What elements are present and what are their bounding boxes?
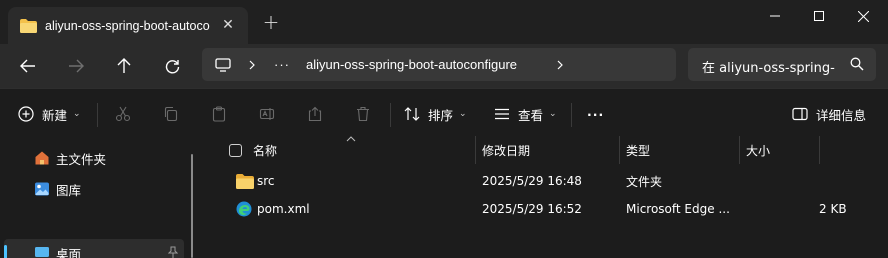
column-header-size[interactable]: 大小 — [746, 136, 770, 164]
search-icon[interactable] — [850, 57, 864, 74]
file-date: 2025/5/29 16:48 — [482, 174, 582, 188]
navigation-bar: ··· aliyun-oss-spring-boot-autoconfigure… — [0, 44, 888, 88]
list-item[interactable]: src 2025/5/29 16:48 文件夹 — [234, 167, 888, 195]
desktop-icon — [35, 247, 49, 257]
breadcrumb-item-current[interactable]: aliyun-oss-spring-boot-autoconfigure — [306, 48, 517, 81]
file-name: pom.xml — [257, 202, 310, 216]
forward-button[interactable] — [62, 53, 90, 79]
chevron-down-icon: ⌄ — [73, 109, 81, 119]
back-button[interactable] — [14, 53, 42, 79]
sort-button-label: 排序 — [428, 107, 454, 123]
sidebar-selection-highlight — [4, 239, 184, 258]
tab-title: aliyun-oss-spring-boot-autoconfigure — [45, 18, 210, 33]
column-header-name[interactable]: 名称 — [253, 136, 277, 164]
chevron-right-icon[interactable] — [556, 48, 564, 81]
sort-ascending-icon — [346, 131, 356, 145]
maximize-icon — [814, 11, 824, 21]
list-item[interactable]: pom.xml 2025/5/29 16:52 Microsoft Edge .… — [234, 195, 888, 223]
home-icon — [35, 151, 49, 165]
selection-indicator — [4, 245, 7, 258]
cut-icon[interactable] — [112, 103, 134, 125]
folder-icon — [236, 167, 254, 195]
file-type: 文件夹 — [626, 174, 663, 189]
file-list: 名称 修改日期 类型 大小 src 2025/5/29 16:48 文件夹 po… — [200, 136, 888, 258]
details-pane-label: 详细信息 — [816, 107, 867, 123]
plus-circle-icon — [18, 106, 34, 122]
breadcrumb-overflow[interactable]: ··· — [274, 48, 290, 81]
monitor-icon[interactable] — [215, 48, 231, 81]
sidebar-item-gallery[interactable]: 图库 — [34, 178, 81, 200]
file-name: src — [257, 174, 275, 188]
details-pane-button[interactable]: 详细信息 — [792, 101, 866, 127]
arrow-up-icon — [117, 58, 131, 73]
command-bar: 新建 ⌄ 排序 ⌄ 查看 ⌄ ··· 详细信息 — [0, 88, 888, 136]
arrow-right-icon — [69, 59, 84, 73]
view-list-icon — [495, 108, 509, 120]
gallery-icon — [35, 182, 49, 196]
file-size: 2 KB — [819, 202, 847, 216]
sidebar-scrollbar[interactable] — [191, 154, 193, 258]
paste-icon[interactable] — [208, 103, 230, 125]
chevron-down-icon: ⌄ — [549, 109, 557, 119]
sidebar-item-home[interactable]: 主文件夹 — [34, 147, 106, 169]
search-box[interactable]: 在 aliyun-oss-spring- — [688, 48, 876, 81]
column-divider[interactable] — [739, 136, 740, 164]
new-button[interactable]: 新建 ⌄ — [18, 101, 81, 127]
column-divider[interactable] — [619, 136, 620, 164]
tab-active[interactable]: aliyun-oss-spring-boot-autoconfigure ✕ — [8, 7, 248, 44]
file-type: Microsoft Edge ... — [626, 202, 730, 216]
new-button-label: 新建 — [42, 107, 68, 123]
up-button[interactable] — [110, 53, 138, 79]
minimize-button[interactable] — [752, 0, 798, 32]
sort-button[interactable]: 排序 ⌄ — [404, 101, 467, 127]
copy-icon[interactable] — [160, 103, 182, 125]
folder-icon — [20, 18, 37, 33]
divider — [97, 103, 98, 127]
share-icon[interactable] — [304, 103, 326, 125]
sidebar-item-label: 图库 — [56, 182, 82, 198]
chevron-right-icon[interactable] — [248, 48, 256, 81]
close-window-button[interactable] — [840, 0, 886, 32]
column-divider[interactable] — [475, 136, 476, 164]
close-tab-icon[interactable]: ✕ — [220, 17, 236, 33]
details-pane-icon — [792, 107, 808, 121]
view-button-label: 查看 — [518, 107, 544, 123]
title-bar: aliyun-oss-spring-boot-autoconfigure ✕ + — [0, 0, 888, 44]
sidebar-item-desktop[interactable]: 桌面 — [34, 242, 81, 258]
navigation-pane: 主文件夹 图库 桌面 — [0, 136, 196, 258]
sort-icon — [404, 107, 420, 121]
new-tab-button[interactable]: + — [262, 12, 280, 32]
file-date: 2025/5/29 16:52 — [482, 202, 582, 216]
rename-icon[interactable] — [256, 103, 278, 125]
view-button[interactable]: 查看 ⌄ — [494, 101, 557, 127]
edge-icon — [236, 195, 252, 223]
column-divider[interactable] — [819, 136, 820, 164]
refresh-button[interactable] — [158, 53, 186, 79]
minimize-icon — [770, 15, 780, 17]
column-header-type[interactable]: 类型 — [626, 136, 650, 164]
sidebar-item-label: 主文件夹 — [56, 151, 107, 167]
delete-icon[interactable] — [352, 103, 374, 125]
chevron-down-icon: ⌄ — [459, 109, 467, 119]
maximize-button[interactable] — [796, 0, 842, 32]
close-icon — [857, 10, 869, 22]
divider — [390, 103, 391, 127]
pin-icon[interactable] — [167, 246, 179, 258]
search-input[interactable]: 在 aliyun-oss-spring- — [702, 57, 835, 76]
more-options-button[interactable]: ··· — [587, 101, 604, 127]
refresh-icon — [165, 59, 179, 73]
sidebar-item-label: 桌面 — [56, 246, 82, 258]
address-bar[interactable]: ··· aliyun-oss-spring-boot-autoconfigure — [202, 48, 676, 81]
column-header-date[interactable]: 修改日期 — [482, 136, 530, 164]
select-all-checkbox[interactable] — [229, 136, 242, 164]
arrow-left-icon — [20, 59, 35, 73]
divider — [571, 103, 572, 127]
checkbox[interactable] — [229, 143, 242, 157]
